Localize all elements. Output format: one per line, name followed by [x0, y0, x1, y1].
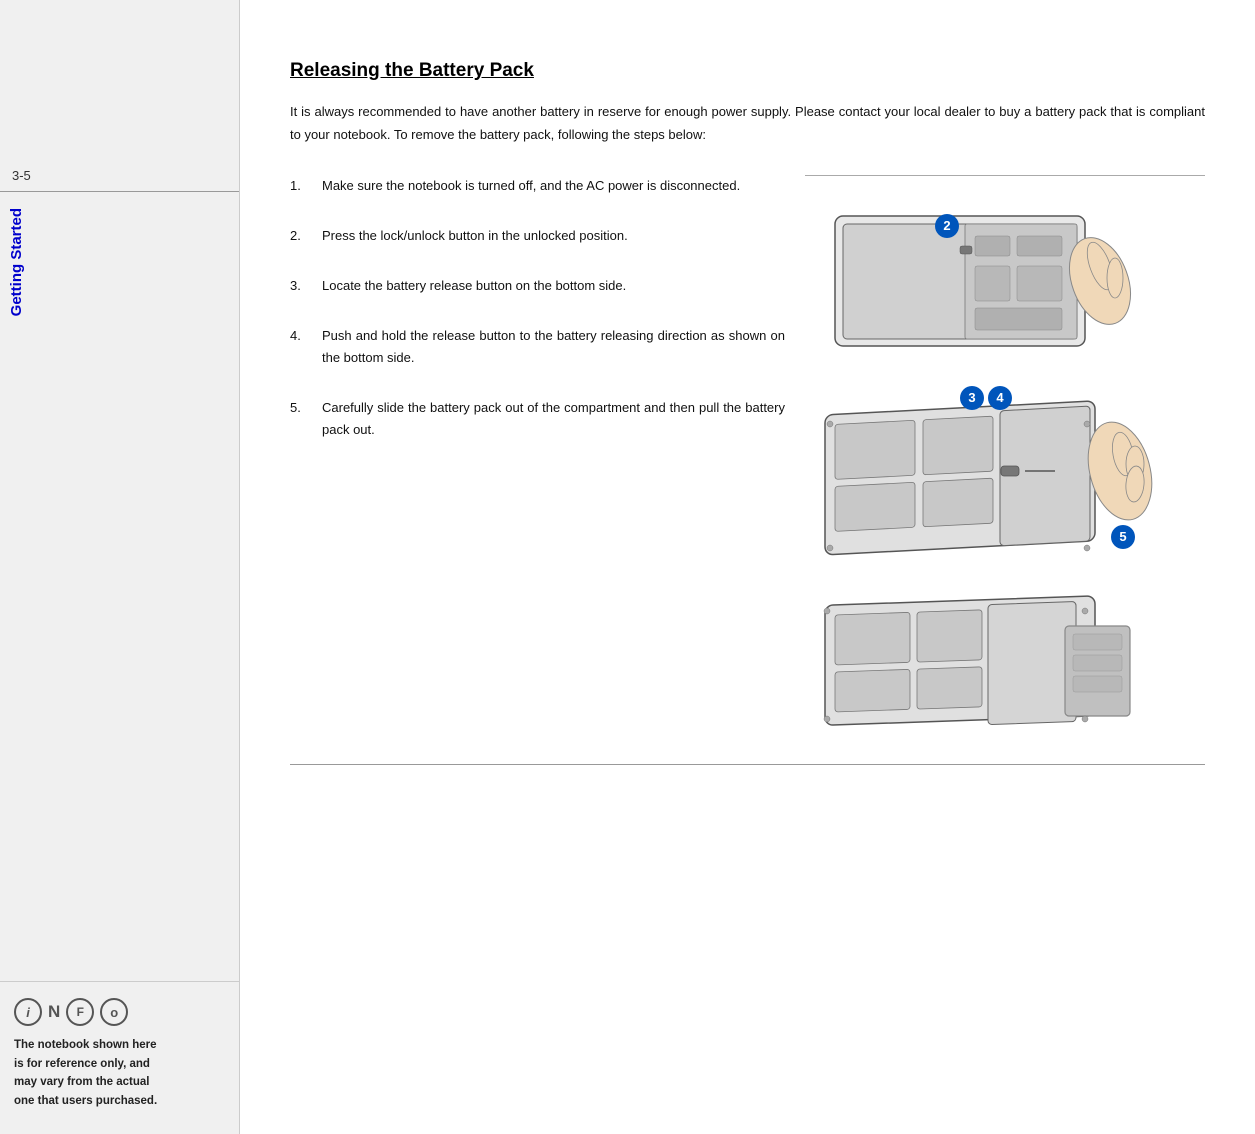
step-2-text: Press the lock/unlock button in the unlo…: [322, 225, 785, 247]
badge-2: 2: [935, 214, 959, 238]
step-1-text: Make sure the notebook is turned off, an…: [322, 175, 785, 197]
badge-3: 3: [960, 386, 984, 410]
diagram-1-wrapper: 2: [805, 186, 1205, 366]
n-icon: N: [48, 1002, 60, 1022]
step-3-text: Locate the battery release button on the…: [322, 275, 785, 297]
diagram-3-svg: [805, 581, 1165, 746]
f-icon: F: [66, 998, 94, 1026]
step-4-text: Push and hold the release button to the …: [322, 325, 785, 369]
badge-5: 5: [1111, 525, 1135, 549]
steps-column: 1. Make sure the notebook is turned off,…: [290, 175, 785, 746]
diagram-3-wrapper: [805, 581, 1205, 746]
badge-3-4-wrapper: 3 4: [960, 386, 1012, 410]
main-content: Releasing the Battery Pack It is always …: [240, 0, 1255, 1134]
diagrams-column: 2: [805, 175, 1205, 746]
content-area: 1. Make sure the notebook is turned off,…: [290, 175, 1205, 746]
sidebar-note: The notebook shown here is for reference…: [14, 1036, 225, 1110]
sidebar-bottom-note: i N F o The notebook shown here is for r…: [0, 981, 239, 1134]
step-1: 1. Make sure the notebook is turned off,…: [290, 175, 785, 197]
step-4: 4. Push and hold the release button to t…: [290, 325, 785, 369]
diagram-2-wrapper: 3 4 5: [805, 376, 1205, 571]
chapter-label: Getting Started: [0, 192, 33, 332]
step-4-number: 4.: [290, 325, 312, 369]
section-title: Releasing the Battery Pack: [290, 60, 1205, 82]
info-icons: i N F o: [14, 998, 225, 1026]
page-number: 3-5: [0, 160, 239, 192]
step-1-number: 1.: [290, 175, 312, 197]
info-icon: i: [14, 998, 42, 1026]
step-3-number: 3.: [290, 275, 312, 297]
step-5: 5. Carefully slide the battery pack out …: [290, 397, 785, 441]
step-2: 2. Press the lock/unlock button in the u…: [290, 225, 785, 247]
step-2-number: 2.: [290, 225, 312, 247]
o-icon: o: [100, 998, 128, 1026]
badge-4: 4: [988, 386, 1012, 410]
diagram-1-svg: [805, 186, 1165, 366]
sidebar: 3-5 Getting Started i N F o The notebook…: [0, 0, 240, 1134]
intro-text: It is always recommended to have another…: [290, 100, 1205, 147]
step-5-text: Carefully slide the battery pack out of …: [322, 397, 785, 441]
step-3: 3. Locate the battery release button on …: [290, 275, 785, 297]
bottom-divider: [290, 764, 1205, 765]
step-5-number: 5.: [290, 397, 312, 441]
